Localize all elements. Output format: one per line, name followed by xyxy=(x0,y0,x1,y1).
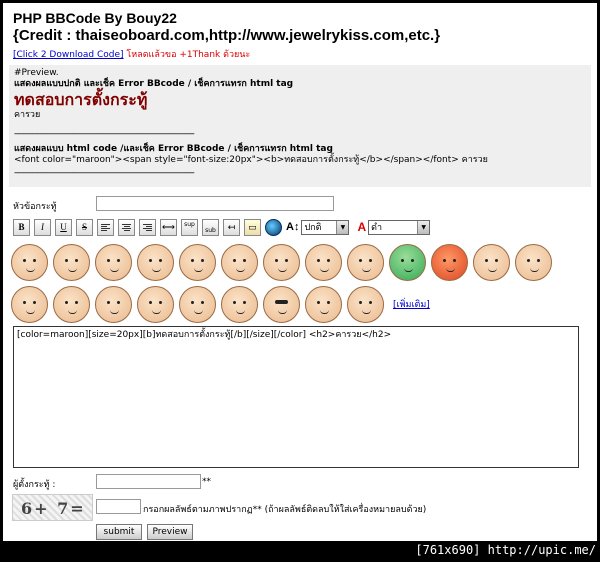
font-color-value: ดำ xyxy=(371,223,383,233)
strike-button[interactable]: S xyxy=(76,218,93,236)
title-input[interactable] xyxy=(96,196,334,211)
font-color-select[interactable]: ดำ ▼ xyxy=(368,219,431,235)
smiley-icon[interactable] xyxy=(95,285,132,323)
more-smileys-link[interactable]: [เพิ่มเติม] xyxy=(393,297,430,311)
message-textarea[interactable]: [color=maroon][size=20px][b]ทดสอบการตั้ง… xyxy=(13,326,579,468)
smiley-icon[interactable] xyxy=(53,285,90,323)
submit-button[interactable]: submit xyxy=(96,524,142,540)
font-size-icon: A↕ xyxy=(286,221,300,233)
smiley-icon[interactable] xyxy=(305,285,342,323)
smiley-icon[interactable] xyxy=(263,243,300,281)
bold-button[interactable]: B xyxy=(13,218,30,236)
image-icon: ▭ xyxy=(248,221,257,232)
title-label: หัวข้อกระทู้ xyxy=(13,202,57,212)
title-line-1: PHP BBCode By Bouy22 xyxy=(13,10,177,26)
page-title: PHP BBCode By Bouy22 {Credit : thaiseobo… xyxy=(13,10,440,44)
smiley-icon[interactable] xyxy=(431,243,468,281)
superscript-label: sup xyxy=(184,220,195,228)
poster-required-mark: ** xyxy=(202,477,211,487)
captcha-image: 6+ 7= xyxy=(12,494,93,521)
chevron-down-icon: ▼ xyxy=(336,220,349,234)
download-line: [Click 2 Download Code] โหลดแล้วขอ +1Tha… xyxy=(13,47,250,61)
smiley-panel: [เพิ่มเติม] xyxy=(11,241,552,325)
smiley-icon[interactable] xyxy=(137,243,174,281)
italic-button[interactable]: I xyxy=(34,218,51,236)
smiley-icon[interactable] xyxy=(221,285,258,323)
smiley-icon[interactable] xyxy=(179,285,216,323)
preview-code-title: แสดงผลแบบ html code /และเช็ค Error BBcod… xyxy=(14,144,333,154)
subscript-button[interactable]: sub xyxy=(202,218,219,236)
smiley-icon[interactable] xyxy=(11,243,48,281)
align-right-button[interactable] xyxy=(139,218,156,236)
insert-link-button[interactable] xyxy=(265,218,282,236)
align-right-icon xyxy=(143,223,152,231)
preview-topic: ทดสอบการตั้งกระทู้ xyxy=(14,90,148,109)
smiley-icon[interactable] xyxy=(11,285,48,323)
smiley-icon[interactable] xyxy=(95,243,132,281)
poster-input[interactable] xyxy=(96,474,201,489)
captcha-hint: กรอกผลลัพธ์ตามภาพปรากฏ** (ถ้าผลลัพธ์ติดล… xyxy=(143,505,427,515)
title-line-2: {Credit : thaiseoboard.com,http://www.je… xyxy=(13,27,441,44)
justify-button[interactable]: ⟷ xyxy=(160,218,177,236)
superscript-button[interactable]: sup xyxy=(181,218,198,236)
smiley-icon[interactable] xyxy=(473,243,510,281)
poster-label: ผู้ตั้งกระทู้ : xyxy=(13,480,56,490)
smiley-icon[interactable] xyxy=(179,243,216,281)
watermark-text: [761x690] http://upic.me/ xyxy=(415,543,596,557)
align-left-button[interactable] xyxy=(97,218,114,236)
smiley-icon[interactable] xyxy=(515,243,552,281)
indent-icon: ↤ xyxy=(227,221,236,232)
captcha-input[interactable] xyxy=(96,499,141,514)
smiley-icon[interactable] xyxy=(137,285,174,323)
font-size-value: ปกติ xyxy=(304,223,322,233)
smiley-icon[interactable] xyxy=(347,243,384,281)
thanks-text: โหลดแล้วขอ +1Thank ด้วยนะ xyxy=(123,50,251,60)
smiley-icon[interactable] xyxy=(347,285,384,323)
underline-button[interactable]: U xyxy=(55,218,72,236)
smiley-icon[interactable] xyxy=(389,243,426,281)
preview-heading: #Preview. xyxy=(14,68,59,78)
smiley-icon[interactable] xyxy=(221,243,258,281)
preview-panel: #Preview. แสดงผลแบบปกติ และเช็ค Error BB… xyxy=(9,65,591,187)
page-frame: PHP BBCode By Bouy22 {Credit : thaiseobo… xyxy=(3,3,597,541)
smiley-icon[interactable] xyxy=(305,243,342,281)
insert-image-button[interactable]: ▭ xyxy=(244,218,261,236)
smiley-row-1 xyxy=(11,241,552,283)
justify-icon: ⟷ xyxy=(162,221,175,232)
preview-normal-title: แสดงผลแบบปกติ และเช็ค Error BBcode / เช็… xyxy=(14,79,294,89)
preview-code: <font color="maroon"><span style="font-s… xyxy=(14,155,488,165)
preview-separator-2: ----------------------------------------… xyxy=(14,168,195,178)
smiley-icon[interactable] xyxy=(263,285,300,323)
indent-button[interactable]: ↤ xyxy=(223,218,240,236)
download-link[interactable]: [Click 2 Download Code] xyxy=(13,50,124,60)
preview-separator: ----------------------------------------… xyxy=(14,129,195,139)
align-center-icon xyxy=(122,223,131,231)
subscript-label: sub xyxy=(205,226,216,234)
bbcode-toolbar: B I U S ⟷ sup sub ↤ ▭ A↕ ปกติ ▼ A ดำ ▼ xyxy=(13,216,431,238)
font-color-icon: A xyxy=(357,220,367,234)
chevron-down-icon: ▼ xyxy=(417,220,430,234)
preview-body: คารวย xyxy=(14,110,41,120)
smiley-row-2: [เพิ่มเติม] xyxy=(11,283,551,325)
smiley-icon[interactable] xyxy=(53,243,90,281)
align-center-button[interactable] xyxy=(118,218,135,236)
font-size-select[interactable]: ปกติ ▼ xyxy=(301,219,350,235)
align-left-icon xyxy=(101,223,110,231)
preview-button[interactable]: Preview xyxy=(147,524,193,540)
